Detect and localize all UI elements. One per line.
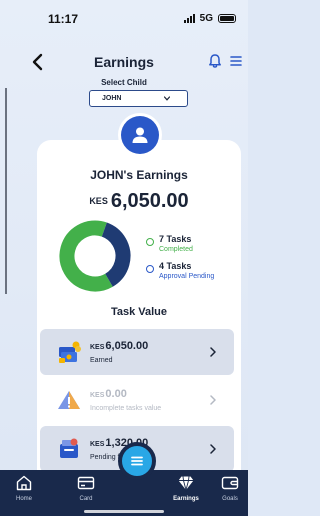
total-amount: 6,050.00 [110,190,189,212]
legend-pending: 4 Tasks Approval Pending [146,261,214,281]
incomplete-amount: KES0.00 [90,388,127,400]
header: Earnings [0,50,248,76]
legend-completed-count: 7 Tasks [159,234,192,244]
earnings-heading: JOHN's Earnings [90,168,188,182]
chevron-down-icon [164,96,170,101]
scroll-indicator [5,88,7,294]
signal-icon [183,14,195,23]
task-value-title: Task Value [110,306,168,318]
incomplete-label: Incomplete tasks value [90,405,162,412]
chevron-right-icon [210,347,216,357]
total-earnings: KES 6,050.00 [37,190,241,213]
selected-child-value: JOHN [102,95,122,102]
fab-list-button[interactable] [118,442,156,480]
user-icon [132,127,148,143]
legend-completed-label: Completed [159,246,193,253]
tasks-donut-chart [59,220,131,292]
list-icon [131,456,143,466]
incomplete-row[interactable]: KES0.00 Incomplete tasks value [40,377,234,423]
wallet-icon [221,476,239,490]
nav-card[interactable]: Card [66,474,106,502]
earnings-screen: 11:17 5G Earnings Select Child JOHN JOHN… [0,0,248,516]
select-child-label: Select Child [101,78,147,87]
nav-earnings[interactable]: Earnings [166,474,206,502]
pending-wallet-icon [60,438,78,458]
legend-pending-label: Approval Pending [159,273,215,280]
avatar [121,116,159,154]
nav-goals[interactable]: Goals [210,474,248,502]
diamond-icon [178,476,194,492]
legend-pending-count: 4 Tasks [159,261,192,271]
battery-icon [218,14,236,23]
bottom-nav: Home Card Earnings Goals [0,470,248,516]
nav-goals-label: Goals [222,496,238,502]
menu-icon[interactable] [230,55,242,67]
nav-earnings-label: Earnings [173,496,199,502]
earned-text: KES6,050.00 Earned [90,339,148,366]
earned-row[interactable]: KES6,050.00 Earned [40,329,234,375]
chevron-right-icon [210,444,216,454]
legend-pending-dot [146,265,154,273]
status-bar: 11:17 5G [0,0,248,40]
child-select-dropdown[interactable]: JOHN [89,90,188,107]
chevron-right-icon [210,395,216,405]
status-indicators: 5G [183,13,236,24]
card-icon [77,476,95,490]
earned-label: Earned [90,357,113,364]
nav-card-label: Card [79,496,93,502]
warning-icon [58,391,80,409]
home-indicator [84,510,164,513]
nav-home-label: Home [15,496,32,502]
earned-amount: KES6,050.00 [90,340,149,352]
incomplete-text: KES0.00 Incomplete tasks value [90,387,161,414]
bell-icon[interactable] [208,53,222,69]
money-stack-icon [59,341,81,363]
network-label: 5G [199,13,213,24]
home-icon [16,475,32,491]
total-currency: KES [89,196,108,206]
legend-completed: 7 Tasks Completed [146,234,193,254]
status-time: 11:17 [48,12,79,26]
legend-completed-dot [146,238,154,246]
nav-home[interactable]: Home [4,474,44,502]
